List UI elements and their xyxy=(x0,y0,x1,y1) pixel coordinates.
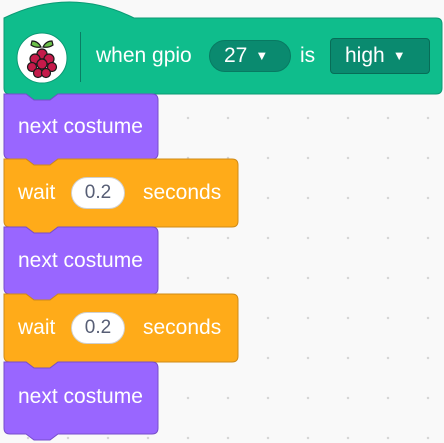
hat-prefix-label: when gpio xyxy=(96,44,192,67)
wait-seconds-input[interactable]: 0.2 xyxy=(71,312,125,344)
wait-seconds-input[interactable]: 0.2 xyxy=(71,177,125,209)
seconds-label: seconds xyxy=(143,181,222,204)
level-dropdown[interactable]: high ▼ xyxy=(330,38,430,74)
hat-middle-label: is xyxy=(300,44,316,67)
chevron-down-icon: ▼ xyxy=(255,48,269,63)
gpio-pin-dropdown[interactable]: 27 ▼ xyxy=(209,40,291,72)
level-value: high xyxy=(345,44,385,67)
next-costume-label: next costume xyxy=(18,115,143,138)
next-costume-label: next costume xyxy=(18,385,143,408)
wait-label: wait xyxy=(18,316,56,339)
seconds-label: seconds xyxy=(143,316,222,339)
chevron-down-icon: ▼ xyxy=(392,48,406,63)
raspberry-pi-icon xyxy=(16,32,68,84)
wait-label: wait xyxy=(18,181,56,204)
icon-divider xyxy=(80,32,81,82)
gpio-pin-value: 27 xyxy=(224,44,248,67)
next-costume-label: next costume xyxy=(18,249,143,272)
